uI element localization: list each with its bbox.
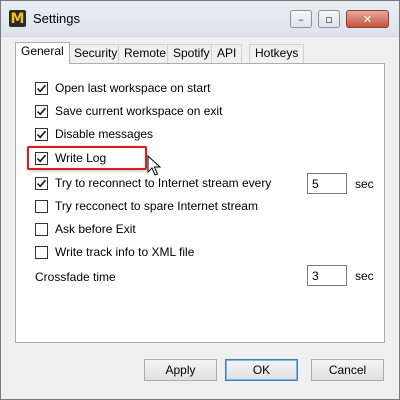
app-logo-icon: M	[9, 10, 26, 27]
window-title: Settings	[33, 11, 80, 26]
tab-remote[interactable]: Remote	[118, 44, 173, 63]
highlight-box	[27, 146, 147, 170]
tab-security[interactable]: Security	[68, 44, 124, 63]
checkmark-icon	[36, 130, 47, 138]
ok-button[interactable]: OK	[225, 359, 298, 381]
checkbox-write-track-info-xml[interactable]	[35, 245, 48, 259]
option-save-current-workspace[interactable]: Save current workspace on exit	[35, 103, 222, 119]
reconnect-interval-input[interactable]	[307, 173, 347, 194]
tab-general[interactable]: General	[15, 42, 70, 64]
mouse-cursor-icon	[147, 155, 161, 176]
minimize-button[interactable]: –	[290, 10, 312, 28]
cancel-button[interactable]: Cancel	[311, 359, 384, 381]
title-bar[interactable]: M Settings – ▫ ✕	[1, 1, 399, 37]
checkmark-icon	[36, 179, 47, 187]
settings-window: M Settings – ▫ ✕ General Security Remote…	[0, 0, 400, 400]
option-label: Save current workspace on exit	[55, 104, 223, 118]
maximize-icon: ▫	[325, 12, 333, 26]
tab-api[interactable]: API	[211, 44, 243, 63]
option-open-last-workspace[interactable]: Open last workspace on start	[35, 80, 210, 96]
app-logo-letter: M	[10, 10, 25, 27]
option-label: Write track info to XML file	[55, 245, 195, 259]
maximize-button[interactable]: ▫	[318, 10, 340, 28]
minimize-icon: –	[298, 12, 304, 26]
option-label: Try to reconnect to Internet stream ever…	[55, 176, 272, 190]
crossfade-time-input[interactable]	[307, 265, 347, 286]
tab-spotify[interactable]: Spotify	[167, 44, 216, 63]
reconnect-unit-label: sec	[355, 177, 374, 191]
option-write-track-info-xml[interactable]: Write track info to XML file	[35, 244, 194, 260]
checkbox-disable-messages[interactable]	[35, 127, 48, 141]
option-disable-messages[interactable]: Disable messages	[35, 126, 153, 142]
crossfade-label: Crossfade time	[35, 270, 116, 284]
close-button[interactable]: ✕	[346, 10, 389, 28]
apply-button[interactable]: Apply	[144, 359, 217, 381]
checkbox-open-last-workspace[interactable]	[35, 81, 48, 95]
option-reconnect-stream[interactable]: Try to reconnect to Internet stream ever…	[35, 175, 271, 191]
option-label: Try recconect to spare Internet stream	[55, 199, 258, 213]
option-reconnect-spare-stream[interactable]: Try recconect to spare Internet stream	[35, 198, 258, 214]
option-label: Ask before Exit	[55, 222, 136, 236]
checkbox-ask-before-exit[interactable]	[35, 222, 48, 236]
tab-hotkeys[interactable]: Hotkeys	[249, 44, 305, 63]
option-label: Disable messages	[55, 127, 154, 141]
checkmark-icon	[36, 107, 47, 115]
crossfade-unit-label: sec	[355, 269, 374, 283]
checkbox-reconnect-stream[interactable]	[35, 176, 48, 190]
checkmark-icon	[36, 84, 47, 92]
checkbox-reconnect-spare-stream[interactable]	[35, 199, 48, 213]
checkbox-save-current-workspace[interactable]	[35, 104, 48, 118]
close-icon: ✕	[362, 12, 373, 26]
option-ask-before-exit[interactable]: Ask before Exit	[35, 221, 136, 237]
option-label: Open last workspace on start	[55, 81, 211, 95]
